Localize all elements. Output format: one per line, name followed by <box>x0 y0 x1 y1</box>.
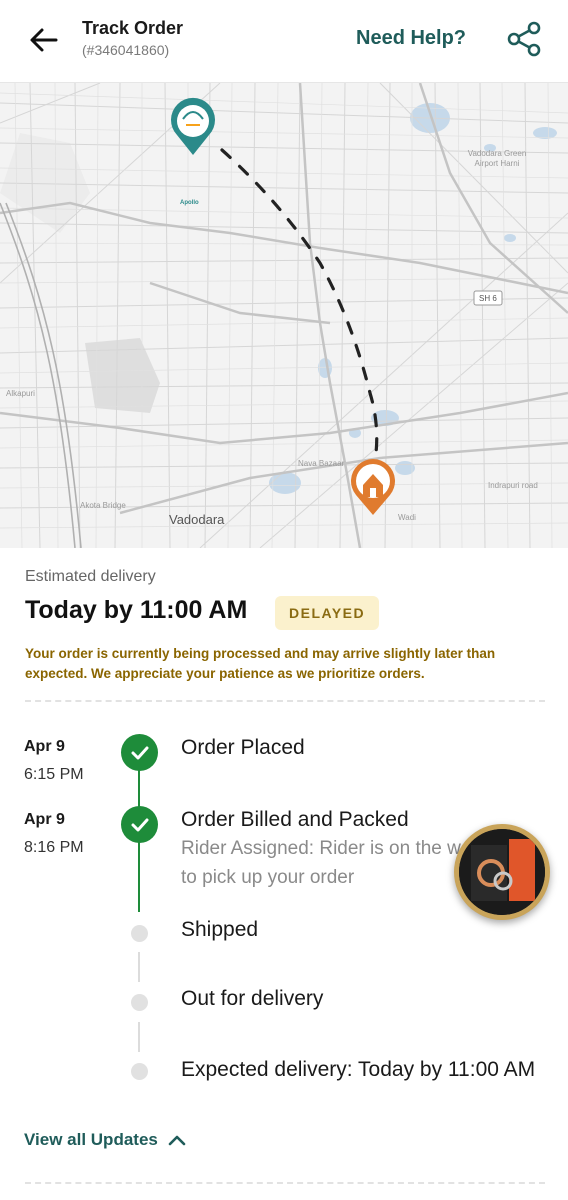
timeline-step-title: Expected delivery: Today by 11:00 AM <box>181 1058 536 1081</box>
estimated-delivery-time: Today by 11:00 AM <box>25 596 248 624</box>
timeline-step-title: Order Billed and Packed <box>181 808 409 831</box>
map-label-city: Vadodara <box>169 512 225 527</box>
floating-media-thumbnail <box>459 829 545 915</box>
delivery-map[interactable]: Vadodara Vadodara Green Airport Harni SH… <box>0 83 568 548</box>
map-label-alkapuri: Alkapuri <box>6 389 35 398</box>
timeline-step-subtitle: Rider Assigned: Rider is on the way to p… <box>181 838 481 888</box>
need-help-link[interactable]: Need Help? <box>356 27 466 50</box>
check-icon <box>121 806 158 843</box>
timeline-connector <box>138 770 140 810</box>
divider <box>25 1182 545 1184</box>
share-icon <box>507 21 541 57</box>
store-marker-label: Apollo <box>180 200 199 206</box>
order-id: (#346041860) <box>82 42 170 58</box>
timeline-date: Apr 9 <box>24 738 65 755</box>
timeline-step-title: Out for delivery <box>181 987 324 1010</box>
share-button[interactable] <box>505 20 543 58</box>
floating-media-button[interactable] <box>454 824 550 920</box>
delay-message: Your order is currently being processed … <box>25 646 496 681</box>
view-all-updates-link[interactable]: View all Updates <box>24 1130 186 1150</box>
status-badge: DELAYED <box>275 596 380 630</box>
view-all-label: View all Updates <box>24 1130 158 1149</box>
chevron-up-icon <box>168 1135 186 1146</box>
page-title: Track Order <box>82 18 184 38</box>
back-button[interactable] <box>26 22 62 58</box>
timeline-time: 8:16 PM <box>24 839 84 856</box>
map-label-wadi: Wadi <box>398 513 416 522</box>
map-label-sh6: SH 6 <box>479 294 497 303</box>
timeline-connector <box>138 952 140 982</box>
map-label-akota-bridge: Akota Bridge <box>80 501 126 510</box>
map-label-airport: Vadodara Green Airport Harni <box>467 149 527 168</box>
arrow-left-icon <box>30 28 58 52</box>
timeline-connector <box>138 1022 140 1052</box>
map-label-nava-bazaar: Nava Bazaar <box>298 459 345 468</box>
timeline-step-title: Shipped <box>181 918 259 941</box>
timeline-connector <box>138 842 140 912</box>
app-header: Track Order (#346041860) Need Help? <box>0 0 568 83</box>
timeline-time: 6:15 PM <box>24 766 84 783</box>
map-label-indrapuri: Indrapuri road <box>488 481 538 490</box>
pending-step-dot <box>131 994 148 1011</box>
pending-step-dot <box>131 1063 148 1080</box>
estimated-delivery-label: Estimated delivery <box>25 568 156 585</box>
timeline-date: Apr 9 <box>24 811 65 828</box>
pending-step-dot <box>131 925 148 942</box>
timeline-step-title: Order Placed <box>181 736 305 759</box>
divider <box>25 700 545 702</box>
check-icon <box>121 734 158 771</box>
